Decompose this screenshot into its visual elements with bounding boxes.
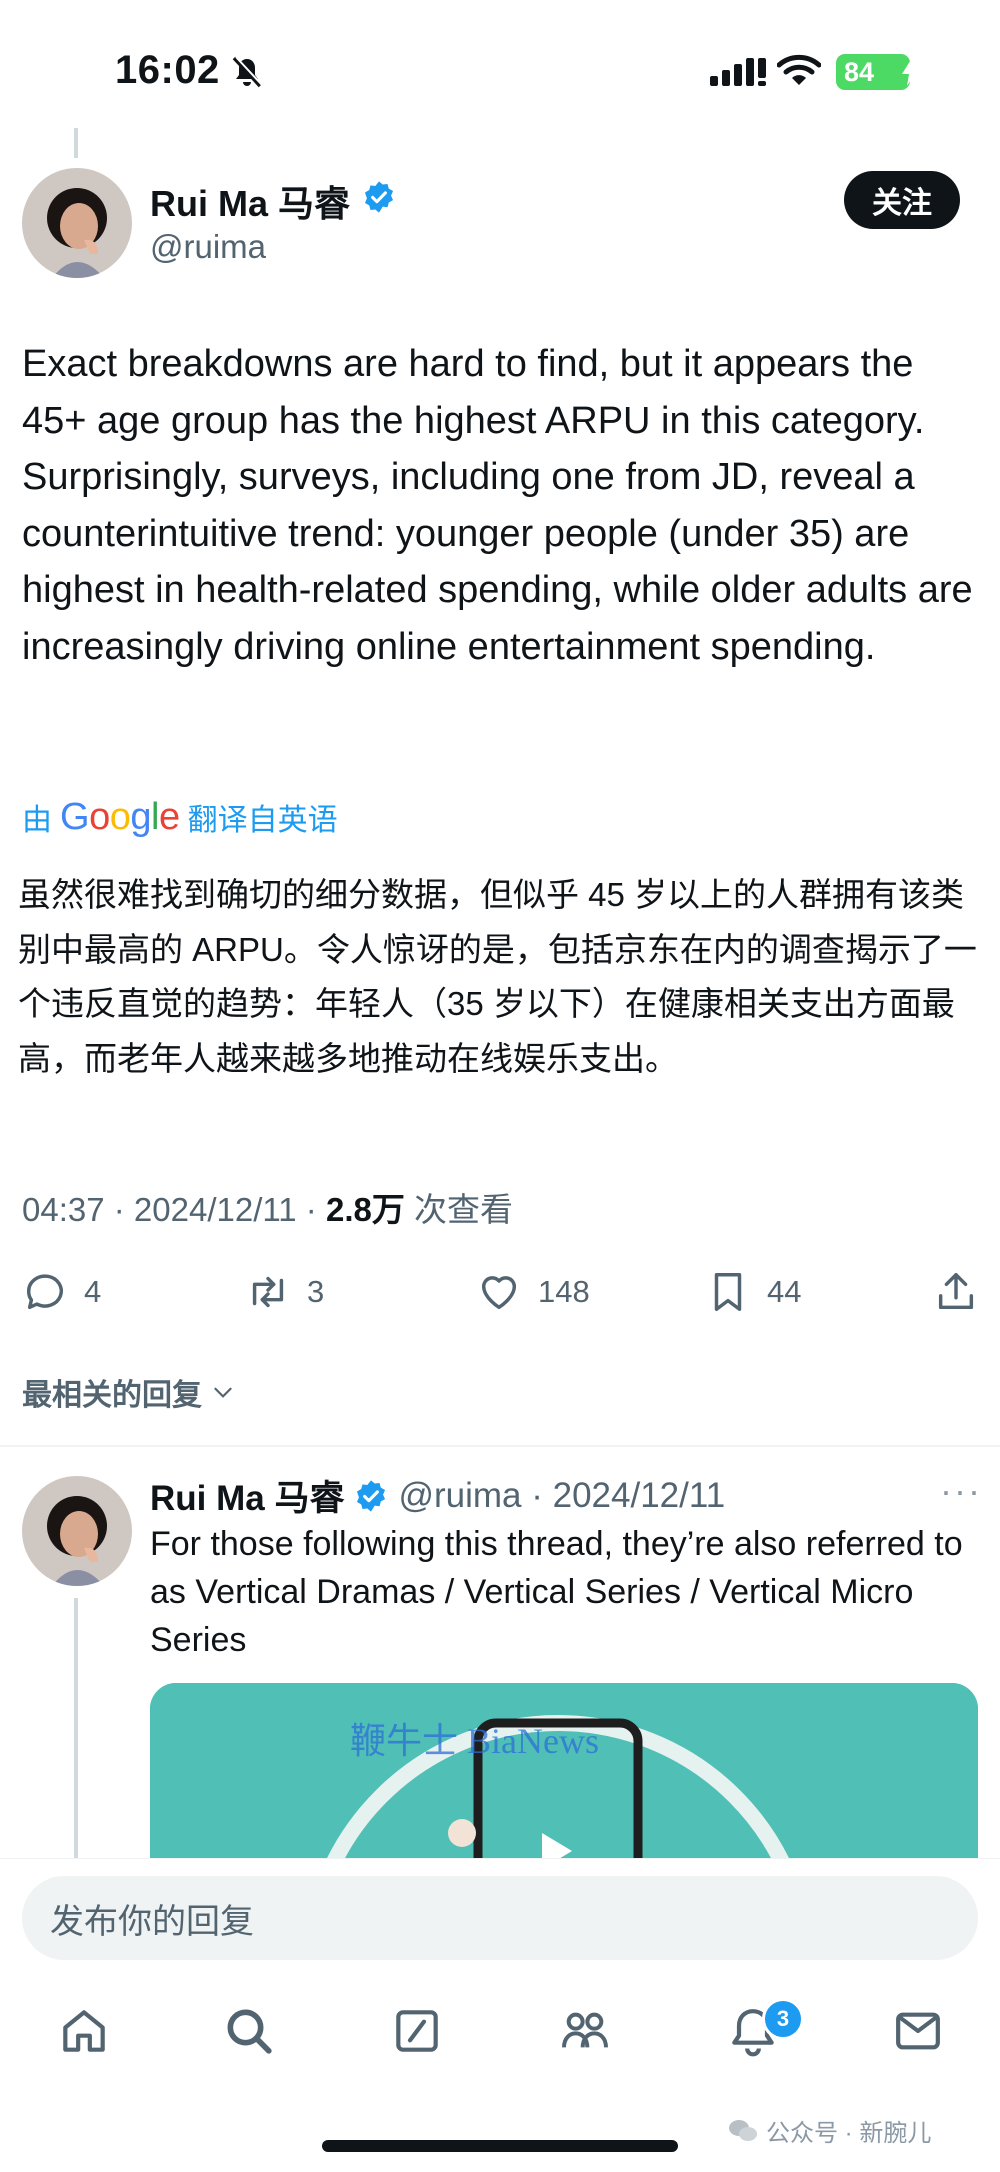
tweet-date: 2024/12/11 [133,1191,297,1228]
reply-action[interactable]: 4 [22,1265,101,1319]
more-options-icon[interactable]: ··· [940,1470,982,1512]
heart-icon [481,1276,517,1310]
messages-tab-icon[interactable] [890,2003,946,2059]
translated-text: 虽然很难找到确切的细分数据，但似乎 45 岁以上的人群拥有该类别中最高的 ARP… [18,876,977,1077]
retweet-action[interactable]: 3 [245,1265,324,1319]
avatar-image [22,168,132,278]
watermark-text: 公众号 · 新腕儿 [766,2120,932,2147]
share-action[interactable] [933,1265,979,1319]
bookmark-action[interactable]: 44 [705,1265,801,1319]
translated-prefix: 由 [22,804,52,837]
status-time: 16:02 [115,48,220,92]
avatar-image [22,1476,132,1586]
author-handle[interactable]: @ruima [150,228,266,266]
reply-meta[interactable]: @ruima · 2024/12/11 [398,1476,725,1516]
reply-count: 4 [84,1274,102,1309]
translated-by[interactable]: 由 Google 翻译自英语 [22,795,338,839]
tweet-time: 04:37 [22,1191,105,1228]
views-label: 次查看 [414,1191,514,1228]
bookmark-count: 44 [767,1274,802,1309]
reply-header: Rui Ma 马睿 @ruima · 2024/12/11 [150,1470,725,1521]
grok-tab-icon[interactable] [389,2003,445,2059]
reply-text: For those following this thread, they’re… [150,1525,963,1659]
thread-line-reply [74,1598,78,1858]
media-illustration [150,1683,978,1858]
follow-button[interactable]: 关注 [844,171,960,229]
bookmark-icon [714,1273,742,1311]
divider [0,1445,1000,1447]
verified-badge-icon [364,181,394,213]
reply-author-name[interactable]: Rui Ma 马睿 [150,1470,344,1521]
chevron-down-icon [214,1387,232,1398]
reply-author-avatar[interactable] [22,1476,132,1586]
cellular-signal-icon [710,58,766,86]
views-count: 2.8万 [325,1191,405,1228]
google-logo: Google [60,795,180,838]
author-name[interactable]: Rui Ma 马睿 [150,175,350,227]
sort-label: 最相关的回复 [22,1379,202,1412]
reply-icon [26,1274,63,1310]
translated-suffix: 翻译自英语 [187,804,338,837]
thread-line-top [74,128,78,158]
like-count: 148 [538,1274,590,1309]
share-icon [938,1273,974,1310]
verified-badge-icon [357,1479,386,1512]
notifications-badge: 3 [762,1998,804,2040]
reply-sort-dropdown[interactable]: 最相关的回复 [22,1370,236,1414]
timestamp-line: 04:37 · 2024/12/11 · 2.8万 次查看 [22,1191,514,1228]
wechat-watermark: 公众号 · 新腕儿 [728,2113,931,2148]
communities-tab-icon[interactable] [557,2003,613,2059]
reply-input[interactable]: 发布你的回复 [22,1876,978,1960]
home-indicator [322,2140,678,2152]
author-avatar[interactable] [22,168,132,278]
retweet-count: 3 [307,1274,325,1309]
media-watermark: 鞭牛士 BiaNews [350,1721,599,1761]
bell-muted-icon [232,56,263,88]
charging-bolt-icon [902,58,918,86]
wifi-icon [777,54,821,85]
battery-level: 84 [844,56,875,87]
retweet-icon [252,1276,284,1308]
search-tab-icon[interactable] [221,2003,277,2059]
tweet-text: Exact breakdowns are hard to find, but i… [22,343,973,668]
battery-indicator: 84 [836,54,910,90]
reply-media-image[interactable] [150,1683,978,1858]
home-tab-icon[interactable] [56,2003,112,2059]
wechat-icon [729,2119,757,2141]
like-action[interactable]: 148 [476,1265,590,1319]
